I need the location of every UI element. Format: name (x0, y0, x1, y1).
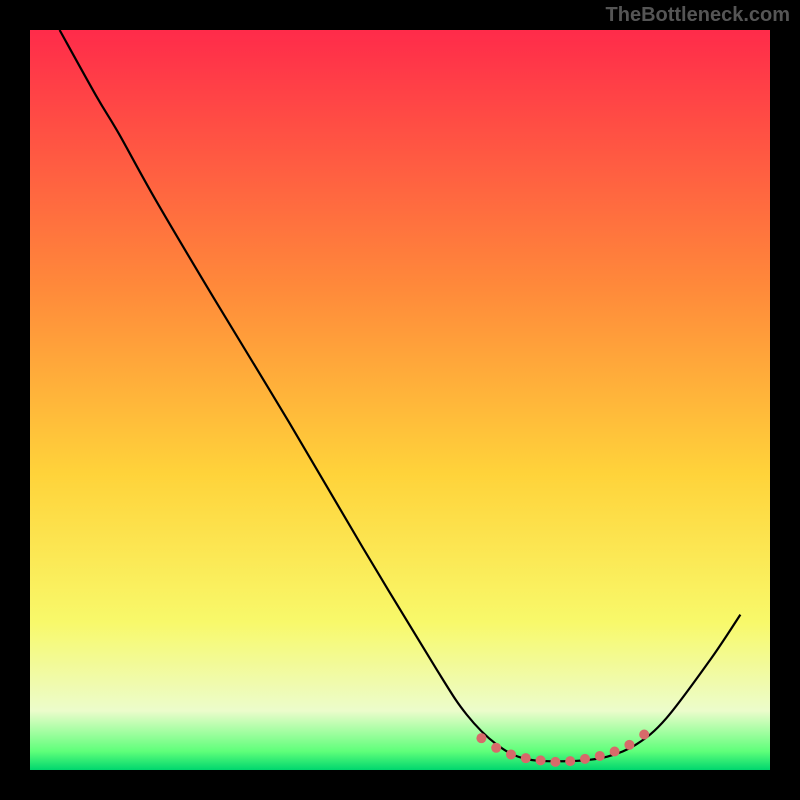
optimal-dot (639, 729, 649, 739)
optimal-dot (565, 756, 575, 766)
bottleneck-chart (0, 0, 800, 800)
optimal-dot (506, 749, 516, 759)
optimal-dot (580, 754, 590, 764)
watermark-label: TheBottleneck.com (606, 4, 790, 27)
optimal-dot (550, 757, 560, 767)
optimal-dot (610, 747, 620, 757)
optimal-dot (521, 753, 531, 763)
optimal-dot (595, 751, 605, 761)
optimal-dot (624, 740, 634, 750)
plot-background (30, 30, 770, 770)
optimal-dot (491, 743, 501, 753)
chart-container: TheBottleneck.com (0, 0, 800, 800)
optimal-dot (476, 733, 486, 743)
optimal-dot (536, 755, 546, 765)
